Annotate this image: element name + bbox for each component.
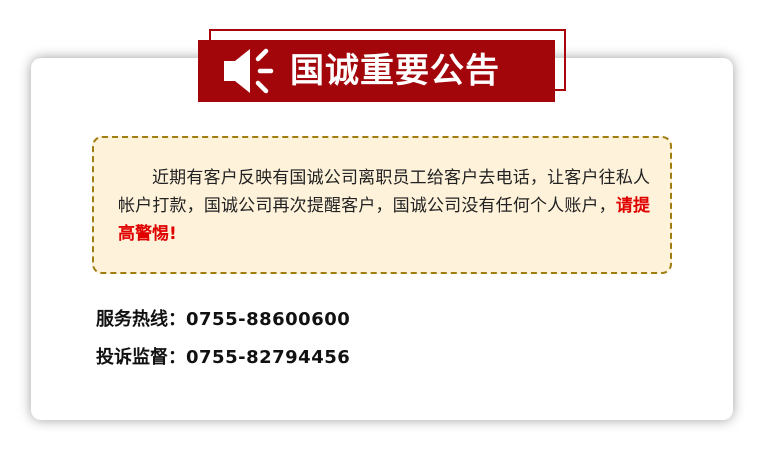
service-hotline: 服务热线：0755-88600600 bbox=[96, 305, 350, 331]
notice-body: 近期有客户反映有国诚公司离职员工给客户去电话，让客户往私人帐户打款，国诚公司再次… bbox=[118, 168, 650, 216]
announcement-graphic: 国诚重要公告 近期有客户反映有国诚公司离职员工给客户去电话，让客户往私人帐户打款… bbox=[0, 0, 771, 457]
complaint-hotline-label: 投诉监督： bbox=[96, 347, 186, 368]
announcement-banner: 国诚重要公告 bbox=[198, 40, 555, 102]
megaphone-icon bbox=[224, 48, 274, 94]
service-hotline-number: 0755-88600600 bbox=[186, 309, 351, 330]
notice-box: 近期有客户反映有国诚公司离职员工给客户去电话，让客户往私人帐户打款，国诚公司再次… bbox=[92, 136, 672, 274]
notice-paragraph: 近期有客户反映有国诚公司离职员工给客户去电话，让客户往私人帐户打款，国诚公司再次… bbox=[118, 164, 650, 248]
complaint-hotline: 投诉监督：0755-82794456 bbox=[96, 343, 350, 369]
complaint-hotline-number: 0755-82794456 bbox=[186, 347, 351, 368]
banner-title: 国诚重要公告 bbox=[290, 51, 500, 91]
service-hotline-label: 服务热线： bbox=[96, 309, 186, 330]
